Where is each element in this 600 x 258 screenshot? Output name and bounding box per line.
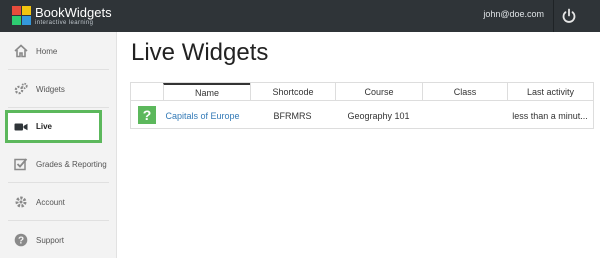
course-cell: Geography 101 [347, 110, 410, 121]
sidebar-item-label: Widgets [36, 84, 65, 94]
column-header-name[interactable]: Name [163, 83, 250, 101]
sidebar-item-label: Home [36, 46, 58, 56]
sidebar-item-live[interactable]: Live [5, 110, 102, 143]
sidebar-item-account[interactable]: Account [0, 184, 117, 220]
sidebar-item-label: Support [36, 235, 65, 245]
sidebar-item-home[interactable]: Home [0, 33, 117, 69]
shortcode-cell: BFRMRS [273, 110, 312, 121]
last-activity-cell: less than a minut... [512, 110, 588, 121]
live-widgets-table: Name Shortcode Course Class Last activit… [130, 82, 594, 129]
home-icon [14, 44, 28, 58]
question-mark-icon: ? [138, 106, 156, 124]
checkbox-icon [14, 157, 28, 171]
power-icon[interactable] [560, 7, 578, 25]
column-header-shortcode[interactable]: Shortcode [250, 83, 335, 101]
page-title: Live Widgets [131, 39, 269, 66]
bookwidgets-logo-icon [12, 6, 32, 26]
sidebar-item-label: Grades & Reporting [36, 159, 107, 169]
class-cell [422, 102, 507, 129]
table-row[interactable]: ? Capitals of Europe BFRMRS Geography 10… [131, 102, 593, 129]
column-header-class[interactable]: Class [422, 83, 507, 101]
video-camera-icon [14, 120, 28, 134]
brand-name: BookWidgets [35, 5, 112, 20]
topbar-divider [553, 0, 554, 32]
sidebar-item-label: Account [36, 197, 65, 207]
widget-name-link[interactable]: Capitals of Europe [159, 102, 246, 129]
divider [8, 220, 109, 221]
gear-icon [14, 195, 28, 209]
sidebar-item-label: Live [36, 122, 53, 131]
sidebar: Home Widgets Live Grades & Reporting Acc… [0, 32, 117, 258]
user-email[interactable]: john@doe.com [483, 9, 544, 19]
column-header-last-activity[interactable]: Last activity [507, 83, 593, 101]
question-icon: ? [14, 233, 28, 247]
brand-logo[interactable]: BookWidgets interactive learning [12, 4, 112, 28]
table-header: Name Shortcode Course Class Last activit… [131, 83, 593, 101]
divider [8, 107, 109, 108]
sidebar-item-grades[interactable]: Grades & Reporting [0, 146, 117, 182]
column-header-course[interactable]: Course [335, 83, 422, 101]
gears-icon [14, 82, 28, 96]
divider [8, 182, 109, 183]
top-bar: BookWidgets interactive learning john@do… [0, 0, 600, 32]
brand-tagline: interactive learning [35, 20, 94, 26]
sidebar-item-support[interactable]: ? Support [0, 222, 117, 258]
divider [8, 69, 109, 70]
sidebar-item-widgets[interactable]: Widgets [0, 71, 117, 107]
svg-text:?: ? [18, 236, 24, 247]
